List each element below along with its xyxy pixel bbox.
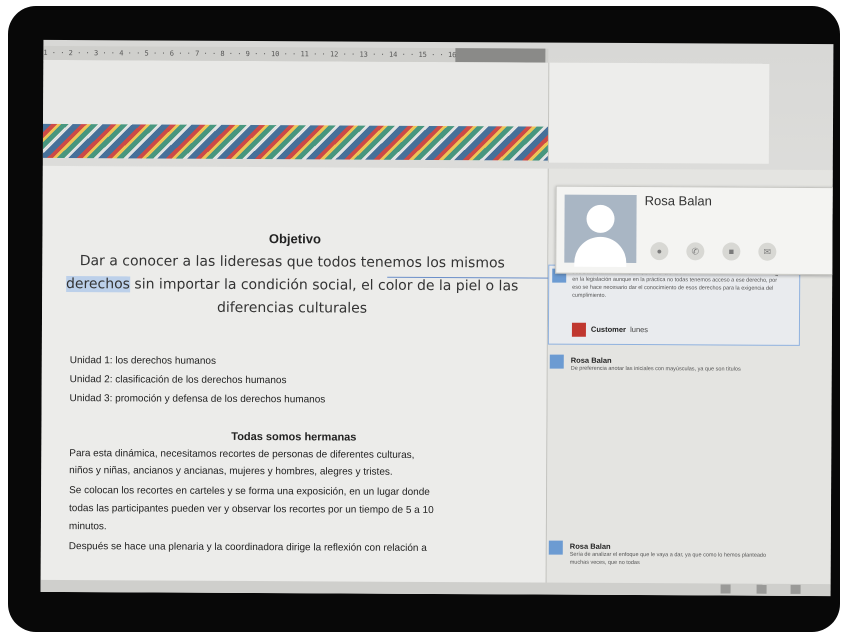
monitor-bezel: 1 · · 2 · · 3 · · 4 · · 5 · · 6 · · 7 · … [8, 6, 840, 632]
objective-line-1: Dar a conocer a las lideresas que todos … [79, 253, 505, 272]
web-layout-icon[interactable] [790, 584, 801, 594]
reply-avatar [571, 322, 586, 337]
comment-3-text[interactable]: Sería de analizar el enfoque que le vaya… [570, 551, 780, 576]
reply-author: Customer lunes [591, 325, 648, 334]
body-line-4: todas las participantes pueden ver y obs… [68, 503, 434, 516]
body-line-3: Se colocan los recortes en carteles y se… [69, 485, 430, 498]
avatar-head [586, 204, 615, 233]
video-icon[interactable]: ■ [722, 242, 741, 261]
reply-author-name: Customer [590, 324, 626, 334]
body-line-2: niños y niñas, ancianos y ancianas, muje… [69, 465, 393, 478]
contact-avatar [564, 194, 637, 267]
objective-line-2: derechos sin importar la condición socia… [62, 276, 522, 294]
contact-card: Rosa Balan ● ✆ ■ ✉ [555, 185, 834, 276]
contact-name: Rosa Balan [644, 193, 712, 209]
comment-3-author: Rosa Balan [569, 541, 611, 551]
objective-line-2-rest: sin importar la condición social, el col… [129, 276, 519, 295]
comment-3-avatar [548, 540, 563, 555]
comments-pane-top [547, 62, 770, 164]
phone-icon[interactable]: ✆ [686, 242, 705, 261]
objective-line-3: diferencias culturales [216, 299, 368, 317]
page-header-area [42, 59, 549, 131]
objective-title: Objetivo [268, 231, 321, 247]
header-banner-image [42, 123, 549, 161]
body-line-6: Después se hace una plenaria y la coordi… [68, 541, 427, 554]
print-layout-icon[interactable] [756, 584, 767, 594]
read-mode-icon[interactable] [720, 584, 731, 594]
body-line-5: minutos. [68, 521, 107, 533]
word-window: 1 · · 2 · · 3 · · 4 · · 5 · · 6 · · 7 · … [40, 39, 834, 597]
body-line-1: Para esta dinámica, necesitamos recortes… [69, 448, 415, 461]
photo-background: 1 · · 2 · · 3 · · 4 · · 5 · · 6 · · 7 · … [0, 0, 845, 638]
comment-2-text[interactable]: De preferencia anotar las iniciales con … [571, 365, 781, 374]
avatar-body [574, 236, 627, 267]
comment-1-text: en la legislación aunque en la práctica … [572, 276, 778, 299]
highlighted-word[interactable]: derechos [65, 276, 131, 293]
comment-2-author: Rosa Balan [570, 355, 612, 365]
comment-2-avatar [549, 354, 564, 369]
ruler-margin [455, 48, 546, 63]
unit-1: Unidad 1: los derechos humanos [69, 355, 217, 367]
reply-date: lunes [630, 325, 649, 335]
chat-icon[interactable]: ● [650, 242, 669, 261]
email-icon[interactable]: ✉ [758, 242, 777, 261]
unit-2: Unidad 2: clasificación de los derechos … [69, 374, 287, 387]
unit-3: Unidad 3: promoción y defensa de los der… [69, 393, 326, 406]
